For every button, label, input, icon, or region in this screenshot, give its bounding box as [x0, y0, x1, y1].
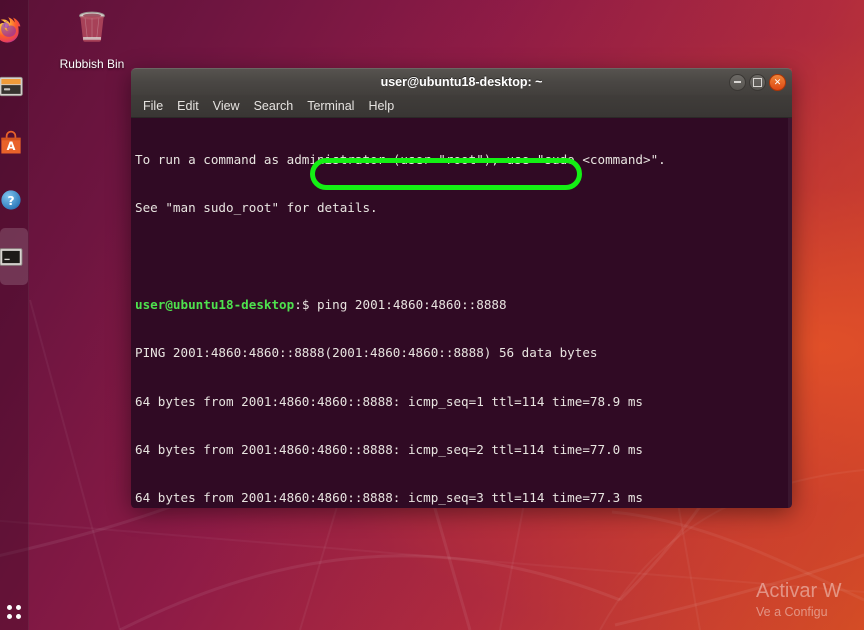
- menu-item-edit[interactable]: Edit: [177, 99, 199, 113]
- terminal-scrollbar[interactable]: [788, 118, 792, 508]
- menu-item-view[interactable]: View: [213, 99, 240, 113]
- terminal-line-sudo-note-1: To run a command as administrator (user …: [135, 152, 770, 168]
- window-title: user@ubuntu18-desktop: ~: [381, 75, 543, 89]
- watermark-subtitle: Ve a Configu: [756, 604, 864, 620]
- terminal-ping-reply: 64 bytes from 2001:4860:4860::8888: icmp…: [135, 490, 770, 506]
- windows-activation-watermark: Activar W Ve a Configu: [756, 579, 864, 620]
- desktop-icon-rubbish-bin[interactable]: Rubbish Bin: [57, 6, 127, 71]
- menu-item-file[interactable]: File: [143, 99, 163, 113]
- terminal-output-area[interactable]: To run a command as administrator (user …: [131, 118, 792, 508]
- rubbish-bin-icon: [70, 6, 114, 50]
- launcher-item-software[interactable]: A: [0, 114, 28, 171]
- terminal-blank-line: [135, 249, 770, 265]
- terminal-command: ping 2001:4860:4860::8888: [317, 297, 507, 312]
- show-applications-button[interactable]: [0, 598, 28, 626]
- terminal-ping-reply: 64 bytes from 2001:4860:4860::8888: icmp…: [135, 394, 770, 410]
- prompt-user-host: user@ubuntu18-desktop: [135, 297, 294, 312]
- launcher-icon-list: A ?: [0, 0, 28, 285]
- desktop-icon-label: Rubbish Bin: [57, 57, 127, 71]
- firefox-icon: [0, 9, 23, 49]
- terminal-text: To run a command as administrator (user …: [135, 120, 770, 508]
- minimize-button[interactable]: [729, 74, 746, 91]
- close-button[interactable]: ✕: [769, 74, 786, 91]
- prompt-separator: :: [294, 297, 302, 312]
- desktop-screen: A ?: [0, 0, 864, 630]
- terminal-icon: [0, 239, 25, 275]
- software-icon: A: [0, 125, 25, 161]
- maximize-button[interactable]: [749, 74, 766, 91]
- menu-item-help[interactable]: Help: [368, 99, 394, 113]
- terminal-menubar[interactable]: File Edit View Search Terminal Help: [131, 95, 792, 118]
- help-icon: ?: [0, 182, 25, 218]
- terminal-line-sudo-note-2: See "man sudo_root" for details.: [135, 200, 770, 216]
- terminal-titlebar[interactable]: user@ubuntu18-desktop: ~ ✕: [131, 68, 792, 95]
- terminal-ping-header: PING 2001:4860:4860::8888(2001:4860:4860…: [135, 345, 770, 361]
- launcher-item-files[interactable]: [0, 57, 28, 114]
- terminal-window[interactable]: user@ubuntu18-desktop: ~ ✕ File Edit Vie…: [131, 68, 792, 506]
- launcher-item-firefox[interactable]: [0, 0, 28, 57]
- watermark-title: Activar W: [756, 579, 864, 603]
- svg-text:?: ?: [7, 193, 14, 207]
- menu-item-terminal[interactable]: Terminal: [307, 99, 354, 113]
- ubuntu-launcher[interactable]: A ?: [0, 0, 29, 630]
- menu-item-search[interactable]: Search: [254, 99, 294, 113]
- launcher-item-terminal[interactable]: [0, 228, 28, 285]
- grid-dots-icon: [7, 605, 21, 619]
- terminal-prompt-line: user@ubuntu18-desktop:$ ping 2001:4860:4…: [135, 297, 770, 313]
- svg-text:A: A: [7, 139, 16, 153]
- files-icon: [0, 68, 25, 104]
- launcher-item-help[interactable]: ?: [0, 171, 28, 228]
- terminal-ping-reply: 64 bytes from 2001:4860:4860::8888: icmp…: [135, 442, 770, 458]
- window-controls: ✕: [729, 69, 786, 95]
